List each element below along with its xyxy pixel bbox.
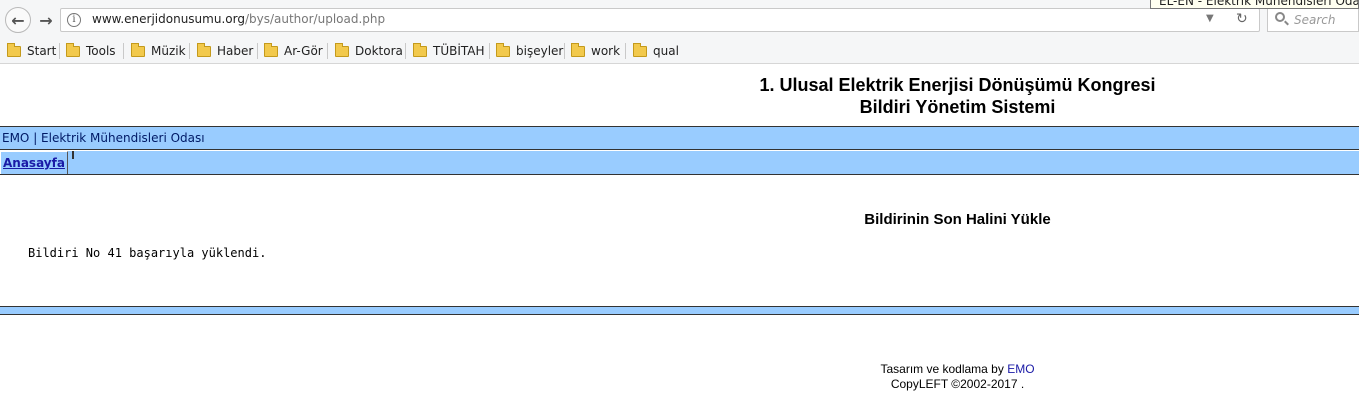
- search-placeholder: Search: [1294, 13, 1336, 27]
- footer-copyleft: CopyLEFT ©2002-2017 .: [890, 377, 1025, 391]
- menu-divider: [72, 151, 74, 159]
- system-title: Bildiri Yönetim Sistemi: [859, 97, 1056, 117]
- bookmark-separator: [405, 43, 406, 59]
- bookmark-separator: [327, 43, 328, 59]
- bookmark-tools[interactable]: Tools: [66, 42, 116, 60]
- footer-divider-bar: [0, 306, 1359, 315]
- bookmark-biseyler[interactable]: bişeyler: [496, 42, 563, 60]
- search-icon: [1275, 12, 1285, 22]
- bookmark-label: Haber: [217, 44, 254, 58]
- org-link[interactable]: EMO | Elektrik Mühendisleri Odası: [2, 131, 205, 145]
- url-text[interactable]: www.enerjidonusumu.org/bys/author/upload…: [92, 12, 385, 26]
- folder-icon: [571, 42, 585, 57]
- bookmark-label: Müzik: [151, 44, 186, 58]
- back-arrow-icon[interactable]: ←: [5, 7, 31, 33]
- bookmark-ar-gor[interactable]: Ar-Gör: [264, 42, 323, 60]
- menu-item-home[interactable]: Anasayfa: [0, 151, 68, 174]
- menu-bar: Anasayfa: [0, 151, 1359, 175]
- bookmark-muzik[interactable]: Müzik: [131, 42, 186, 60]
- footer-emo-link[interactable]: EMO: [1007, 362, 1034, 376]
- conference-title: 1. Ulusal Elektrik Enerjisi Dönüşümü Kon…: [759, 75, 1156, 95]
- bookmark-separator: [59, 43, 60, 59]
- bookmark-qual[interactable]: qual: [633, 42, 679, 60]
- bookmark-separator: [189, 43, 190, 59]
- browser-toolbar: ← → i www.enerjidonusumu.org/bys/author/…: [0, 0, 1359, 38]
- info-icon[interactable]: i: [67, 13, 81, 27]
- bookmark-doktora[interactable]: Doktora: [335, 42, 403, 60]
- folder-icon: [264, 42, 278, 57]
- folder-icon: [66, 42, 80, 57]
- tab-tooltip: EL-EN - Elektrik Mühendisleri Odası|Bi: [1150, 0, 1359, 9]
- bookmarks-toolbar: Start Tools Müzik Haber Ar-Gör Doktora T…: [0, 38, 1359, 64]
- address-bar[interactable]: i www.enerjidonusumu.org/bys/author/uplo…: [60, 8, 1260, 32]
- bookmark-label: work: [591, 44, 621, 58]
- dropdown-arrow-icon[interactable]: ▼: [1206, 13, 1214, 24]
- url-path: /bys/author/upload.php: [244, 12, 386, 26]
- bookmark-haber[interactable]: Haber: [197, 42, 253, 60]
- upload-result-message: Bildiri No 41 başarıyla yüklendi.: [28, 246, 267, 260]
- folder-icon: [131, 42, 145, 57]
- footer: Tasarım ve kodlama by EMO CopyLEFT ©2002…: [820, 362, 1095, 392]
- footer-credit: Tasarım ve kodlama by EMO: [820, 362, 1095, 377]
- bookmark-separator: [489, 43, 490, 59]
- folder-icon: [413, 42, 427, 57]
- bookmark-label: Tools: [86, 44, 116, 58]
- bookmark-separator: [257, 43, 258, 59]
- org-bar: EMO | Elektrik Mühendisleri Odası: [0, 126, 1359, 150]
- section-title: Bildirinin Son Halini Yükle: [864, 211, 1051, 228]
- bookmark-start[interactable]: Start: [7, 42, 56, 60]
- folder-icon: [496, 42, 510, 57]
- bookmark-label: TÜBİTAH: [433, 44, 485, 58]
- bookmark-label: Doktora: [355, 44, 403, 58]
- reload-icon[interactable]: ↻: [1236, 11, 1248, 27]
- footer-credit-prefix: Tasarım ve kodlama by: [880, 362, 1008, 376]
- bookmark-work[interactable]: work: [571, 42, 620, 60]
- bookmark-label: bişeyler: [516, 44, 564, 58]
- page-content: 1. Ulusal Elektrik Enerjisi Dönüşümü Kon…: [0, 64, 1359, 411]
- bookmark-tubitah[interactable]: TÜBİTAH: [413, 42, 485, 60]
- folder-icon: [7, 42, 21, 57]
- bookmark-separator: [564, 43, 565, 59]
- bookmark-label: Ar-Gör: [284, 44, 323, 58]
- folder-icon: [633, 42, 647, 57]
- search-input[interactable]: Search: [1267, 8, 1359, 32]
- page-title: 1. Ulusal Elektrik Enerjisi Dönüşümü Kon…: [650, 74, 1265, 118]
- bookmark-separator: [123, 43, 124, 59]
- bookmark-separator: [625, 43, 626, 59]
- folder-icon: [335, 42, 349, 57]
- tab-tooltip-text: EL-EN - Elektrik Mühendisleri Odası|Bi: [1159, 0, 1358, 8]
- url-host: www.enerjidonusumu.org: [92, 12, 245, 26]
- folder-icon: [197, 42, 211, 57]
- bookmark-label: qual: [653, 44, 679, 58]
- bookmark-label: Start: [27, 44, 57, 58]
- forward-arrow-icon[interactable]: →: [33, 7, 59, 33]
